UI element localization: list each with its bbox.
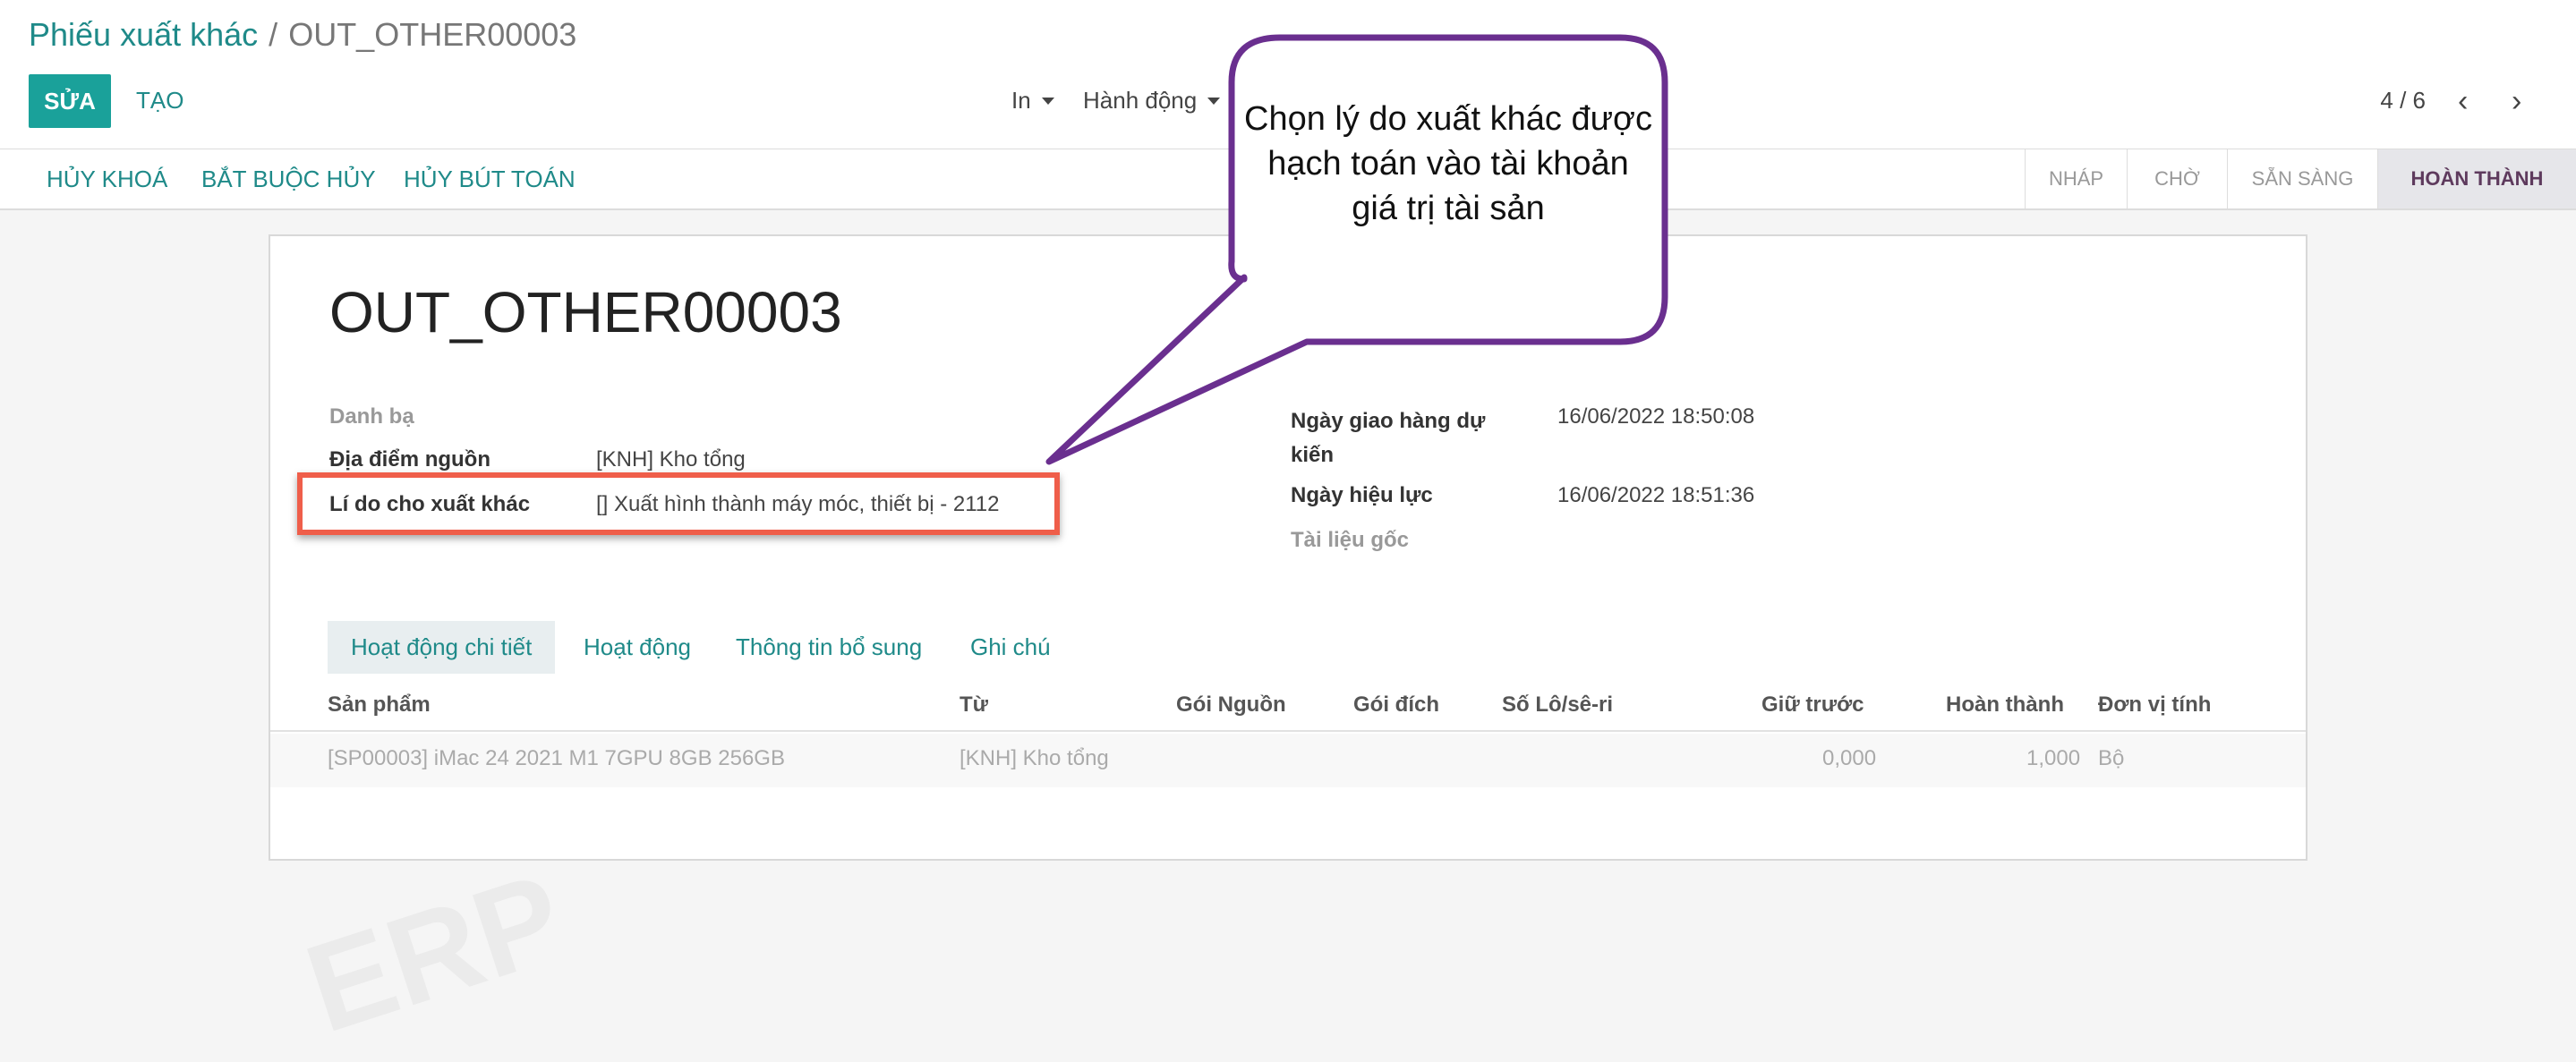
callout-text: Chọn lý do xuất khác được hạch toán vào … [1244, 100, 1652, 227]
watermark: ERP [290, 844, 580, 1061]
